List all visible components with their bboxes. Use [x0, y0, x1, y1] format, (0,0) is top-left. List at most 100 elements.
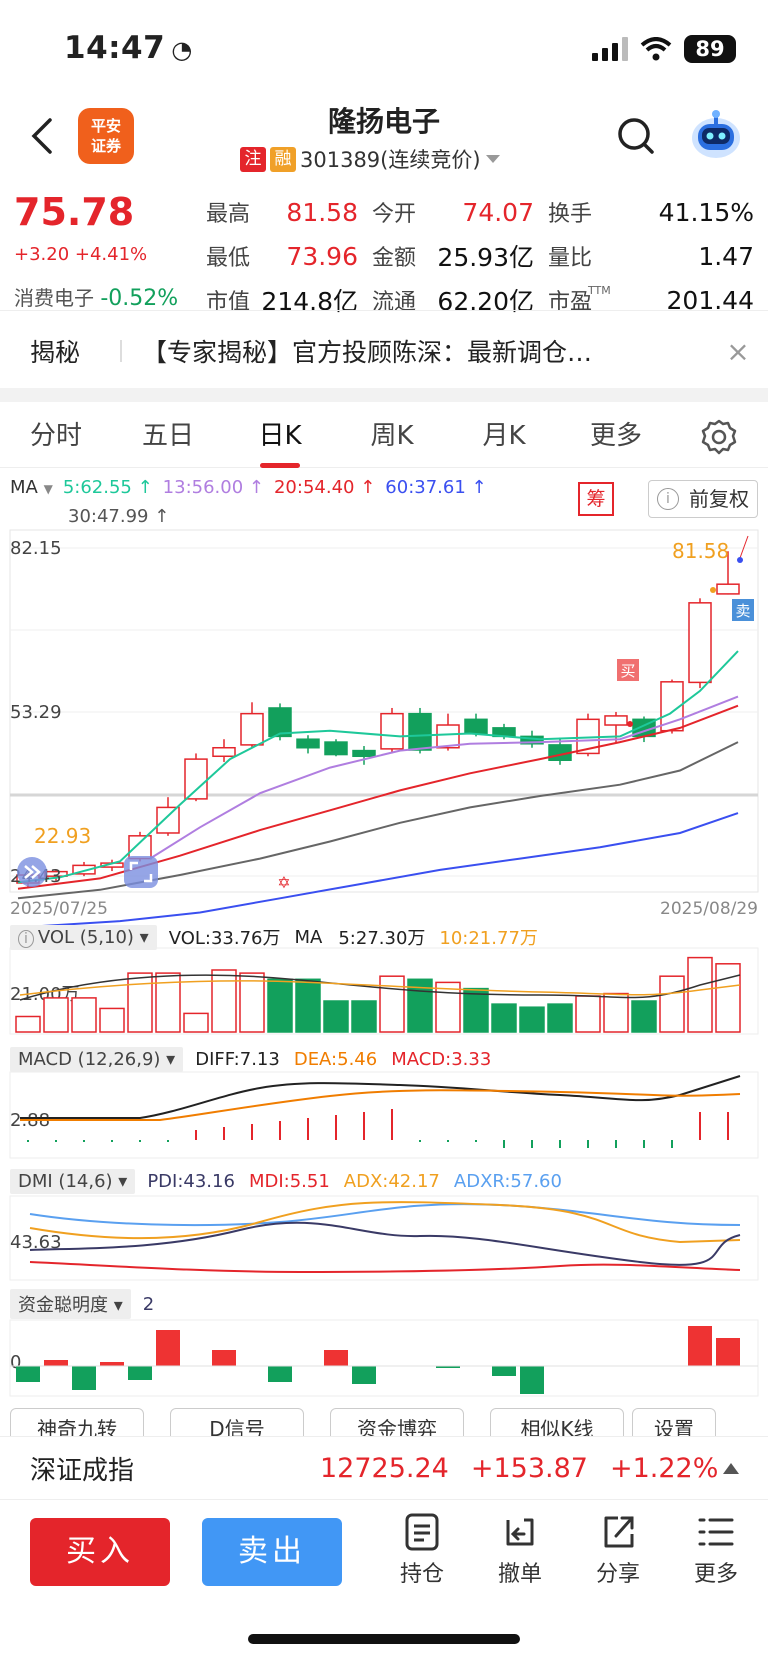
fund-bar [212, 1350, 236, 1366]
vol-bar [715, 963, 741, 1033]
vol-bar [15, 1015, 41, 1033]
vol-bar [211, 969, 237, 1033]
tool-button[interactable]: 设置 [632, 1408, 716, 1438]
vol-bar [687, 956, 713, 1033]
vol-ma5: 5:27.30万 [338, 928, 426, 949]
candle [324, 741, 348, 756]
candle [464, 718, 488, 735]
vol-bar [463, 987, 489, 1033]
candle [716, 583, 740, 595]
macd-diff: DIFF:7.13 [195, 1048, 280, 1070]
candle [688, 602, 712, 684]
vol-selector[interactable]: i VOL (5,10) ▾ [10, 924, 157, 950]
macd-diff-line [20, 1075, 741, 1119]
date-end: 2025/08/29 [660, 899, 758, 919]
tool-button[interactable]: 资金博弈 [330, 1408, 464, 1438]
undo-icon [506, 1518, 534, 1546]
candle [408, 712, 432, 751]
fund-bar [352, 1366, 376, 1384]
buy-button[interactable]: 买入 [30, 1518, 170, 1586]
fund-bar [268, 1366, 292, 1382]
vol-bar [295, 978, 321, 1033]
fund-bar [324, 1350, 348, 1366]
fund-bar [128, 1366, 152, 1380]
vol-bar [519, 1006, 545, 1033]
vol-bar [71, 997, 97, 1033]
high-pointer [739, 535, 749, 559]
share-button[interactable]: 分享 [578, 1512, 658, 1596]
high-label: 81.58 [672, 539, 729, 563]
tool-button[interactable]: 神奇九转 [10, 1408, 144, 1438]
star-icon: ✡ [277, 873, 290, 892]
fund-header[interactable]: 资金聪明度 ▾ 2 [10, 1289, 154, 1319]
fund-value: 2 [142, 1293, 155, 1315]
tool-buttons: 神奇九转 D信号 资金博弈 相似K线 设置 [10, 1408, 768, 1438]
macd-selector[interactable]: MACD (12,26,9) ▾ [10, 1046, 184, 1072]
fund-bar [156, 1330, 180, 1366]
index-value: 12725.24 [320, 1452, 449, 1484]
cancel-order-button[interactable]: 撤单 [480, 1512, 560, 1596]
marker-dot [737, 557, 743, 563]
index-name: 深证成指 [30, 1455, 135, 1486]
fund-bar [44, 1360, 68, 1366]
holdings-label: 持仓 [399, 1562, 444, 1587]
dmi-mdi: MDI:5.51 [248, 1170, 330, 1192]
dmi-adxr: ADXR:57.60 [453, 1170, 562, 1192]
vol-bar [99, 1007, 125, 1033]
vol-bar [323, 1000, 349, 1033]
dmi-selector[interactable]: DMI (14,6) ▾ [10, 1168, 136, 1194]
candle [296, 738, 320, 749]
sell-marker-label: 卖 [735, 602, 750, 620]
vol-header[interactable]: i VOL (5,10) ▾ VOL:33.76万 MA 5:27.30万 10:… [10, 922, 538, 952]
ma-line [17, 650, 739, 884]
macd-header[interactable]: MACD (12,26,9) ▾ DIFF:7.13 DEA:5.46 MACD… [10, 1044, 491, 1074]
low-label: 22.93 [34, 824, 91, 848]
candle [604, 715, 628, 726]
document-icon [405, 1513, 439, 1551]
dmi-header[interactable]: DMI (14,6) ▾ PDI:43.16 MDI:5.51 ADX:42.1… [10, 1166, 562, 1196]
candle [380, 712, 404, 750]
fund-bar [688, 1326, 712, 1366]
dmi-pdi: PDI:43.16 [147, 1170, 235, 1192]
fund-frame [9, 1319, 759, 1397]
fund-bar [520, 1366, 544, 1394]
vol-ma10: 10:21.77万 [439, 928, 538, 949]
kline-frame [9, 529, 759, 893]
dmi-pdi-line [29, 1221, 741, 1266]
more-button[interactable]: 更多 [676, 1512, 756, 1596]
vol-bar [379, 975, 405, 1033]
fund-bar [72, 1366, 96, 1390]
vol-bar [575, 995, 601, 1033]
vol-bar [183, 1012, 209, 1033]
candle [156, 806, 180, 834]
tool-button[interactable]: 相似K线 [490, 1408, 624, 1438]
vol-bar [631, 1000, 657, 1033]
holdings-button[interactable]: 持仓 [382, 1512, 462, 1596]
vol-bar [603, 992, 629, 1033]
date-start: 2025/07/25 [10, 899, 108, 919]
fund-bar [492, 1366, 516, 1376]
index-ticker[interactable]: 深证成指 12725.24 +153.87 +1.22% [0, 1436, 768, 1500]
vol-bar [239, 972, 265, 1033]
menu-icon [698, 1518, 734, 1546]
buy-marker-label: 买 [620, 662, 635, 680]
macd-dea-line [20, 1089, 741, 1121]
vol-bar [267, 978, 293, 1033]
candle [184, 758, 208, 800]
macd-dea: DEA:5.46 [293, 1048, 378, 1070]
vol-bar [659, 975, 685, 1033]
share-icon [604, 1516, 634, 1548]
sell-button[interactable]: 卖出 [202, 1518, 342, 1586]
share-label: 分享 [595, 1562, 640, 1587]
fund-bar [16, 1366, 40, 1382]
dmi-mdi-line [29, 1261, 741, 1274]
cancel-order-label: 撤单 [497, 1562, 542, 1587]
vol-bar [127, 972, 153, 1033]
tool-button[interactable]: D信号 [170, 1408, 304, 1438]
vol-bar [547, 1003, 573, 1033]
y-axis-top: 82.15 [10, 538, 62, 559]
fund-selector[interactable]: 资金聪明度 ▾ [10, 1289, 131, 1319]
home-indicator[interactable] [248, 1634, 520, 1644]
dmi-adx-line [29, 1201, 741, 1244]
expand-icon [124, 856, 158, 888]
